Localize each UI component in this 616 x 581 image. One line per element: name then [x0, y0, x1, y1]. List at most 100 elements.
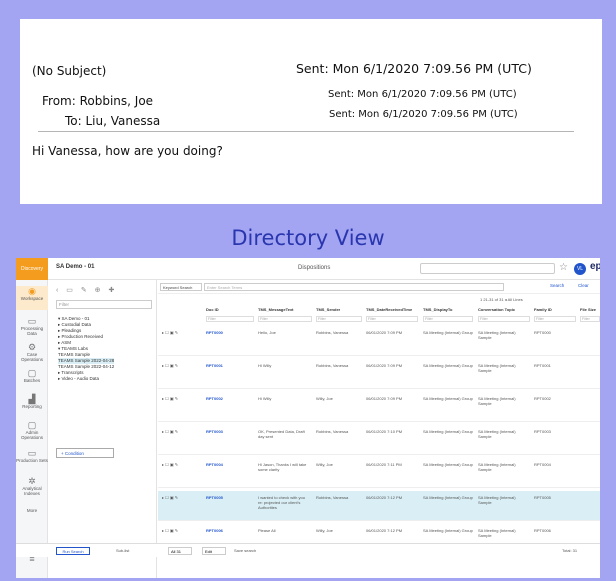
table-cell[interactable]: RPT0005: [206, 495, 256, 500]
table-row[interactable]: ▸ ☐ ▣ ✎ RPT0005 I wanted to check with you…: [158, 491, 600, 521]
table-cell[interactable]: RPT0003: [206, 429, 256, 434]
column-header[interactable]: Doc ID: [206, 307, 219, 312]
table-cell[interactable]: RPT0001: [206, 363, 256, 368]
table-cell: RPT0002: [534, 396, 551, 401]
row-controls[interactable]: ▸ ☐ ▣ ✎: [162, 330, 178, 335]
column-filter[interactable]: Filter: [206, 316, 254, 322]
sidebar: ◉ Workspace ▭ Processing Data ⚙ Case Operat…: [16, 280, 48, 578]
email-subject: (No Subject): [32, 64, 107, 78]
table-cell: SA Meeting (Internal) Sample: [478, 528, 516, 538]
row-controls[interactable]: ▸ ☐ ▣ ✎: [162, 429, 178, 434]
add-condition-button[interactable]: + Condition: [56, 448, 114, 458]
table-cell: RPT0005: [534, 495, 551, 500]
row-controls[interactable]: ▸ ☐ ▣ ✎: [162, 363, 178, 368]
keyword-search-input[interactable]: Enter Search Terms: [204, 283, 504, 291]
table-cell[interactable]: RPT0006: [206, 528, 256, 533]
folder-toolbar-icons[interactable]: ‹ ▭ ✎ ⊕ ✚: [56, 286, 117, 294]
table-cell: 06/01/2020 7:09 PM: [366, 330, 403, 335]
folder-item[interactable]: ▸ Video - Audio Data: [58, 376, 114, 382]
table-cell: Willy, Joe: [316, 396, 333, 401]
nav-batches[interactable]: ▢ Batches: [16, 368, 48, 383]
row-controls[interactable]: ▸ ☐ ▣ ✎: [162, 495, 178, 500]
nav-workspace[interactable]: ◉ Workspace: [16, 286, 48, 310]
production-icon: ▭: [27, 448, 37, 458]
row-controls[interactable]: ▸ ☐ ▣ ✎: [162, 528, 178, 533]
table-row[interactable]: ▸ ☐ ▣ ✎ RPT0003 OK, Presented Data, Draft …: [158, 425, 600, 455]
section-title: Directory View: [231, 226, 385, 250]
column-header[interactable]: File Size: [580, 307, 596, 312]
column-filter[interactable]: Filter: [478, 316, 530, 322]
column-filter[interactable]: Filter: [316, 316, 362, 322]
clear-button[interactable]: Clear: [578, 283, 589, 288]
table-cell[interactable]: RPT0004: [206, 462, 256, 467]
email-sent-tertiary: Sent: Mon 6/1/2020 7:09.56 PM (UTC): [329, 109, 518, 120]
keyword-search-select[interactable]: Keyword Search: [160, 283, 202, 291]
table-cell: 06/01/2020 7:10 PM: [366, 429, 403, 434]
pager[interactable]: 1 21-31 of 31 ◂ All Lines: [480, 297, 523, 302]
folder-filter-input[interactable]: Filter: [56, 300, 152, 309]
table-cell: Willy, Joe: [316, 462, 333, 467]
column-filter[interactable]: Filter: [580, 316, 600, 322]
sublist-toggle[interactable]: Sub-list: [116, 548, 129, 553]
email-separator: [38, 131, 574, 132]
table-cell: Willy, Joe: [316, 528, 333, 533]
column-filter[interactable]: Filter: [423, 316, 473, 322]
nav-processing[interactable]: ▭ Processing Data: [16, 316, 48, 336]
row-controls[interactable]: ▸ ☐ ▣ ✎: [162, 396, 178, 401]
table-cell: OK, Presented Data, Draft day sent: [258, 429, 305, 439]
table-cell[interactable]: RPT0002: [206, 396, 256, 401]
table-cell: Hi Willy: [258, 363, 272, 368]
file-select[interactable]: All 31: [168, 547, 192, 555]
nav-more[interactable]: More: [16, 508, 48, 513]
edit-select[interactable]: Edit: [202, 547, 226, 555]
global-search-input[interactable]: [420, 263, 555, 274]
table-row[interactable]: ▸ ☐ ▣ ✎ RPT0000 Hello, Joe Robbins, Vanessa…: [158, 326, 600, 356]
table-cell: SA Meeting (Internal) Group: [423, 462, 473, 467]
nav-analytics[interactable]: ✲ Analytical Indexes: [16, 476, 48, 496]
column-header[interactable]: TMS_MessageText: [258, 307, 294, 312]
document-list: Keyword Search Enter Search Terms Search…: [158, 280, 600, 578]
save-search-link[interactable]: Save search: [234, 548, 256, 553]
folder-icon: ▢: [27, 368, 37, 378]
column-filter[interactable]: Filter: [258, 316, 312, 322]
table-cell: 06/01/2020 7:12 PM: [366, 528, 403, 533]
table-row[interactable]: ▸ ☐ ▣ ✎ RPT0001 Hi Willy Robbins, Vanessa 06…: [158, 359, 600, 389]
total-count: Total: 31: [562, 548, 578, 553]
table-row[interactable]: ▸ ☐ ▣ ✎ RPT0004 Hi Jason, Thanks I will ta…: [158, 458, 600, 488]
table-cell: 06/01/2020 7:09 PM: [366, 363, 403, 368]
app-screenshot: Discovery SA Demo - 01 Dispositions ☆ VL…: [16, 258, 600, 578]
table-cell: SA Meeting (Internal) Sample: [478, 495, 516, 505]
nav-reporting[interactable]: ▟ Reporting: [16, 394, 48, 409]
table-cell: RPT0000: [534, 330, 551, 335]
table-cell[interactable]: RPT0000: [206, 330, 256, 335]
column-filter[interactable]: Filter: [366, 316, 418, 322]
star-icon[interactable]: ☆: [559, 262, 568, 273]
column-filter[interactable]: Filter: [534, 316, 576, 322]
table-cell: Please All: [258, 528, 276, 533]
column-header[interactable]: TMS_DisplayTo: [423, 307, 453, 312]
table-cell: Hello, Joe: [258, 330, 276, 335]
email-from: From: Robbins, Joe: [42, 94, 154, 108]
run-search-button[interactable]: Run Search: [56, 547, 90, 555]
table-cell: RPT0006: [534, 528, 551, 533]
dispositions-label[interactable]: Dispositions: [298, 265, 330, 271]
table-cell: SA Meeting (Internal) Sample: [478, 429, 516, 439]
column-header[interactable]: Conversation Topic: [478, 307, 515, 312]
table-row[interactable]: ▸ ☐ ▣ ✎ RPT0002 Hi Willy Willy, Joe 06/01/20…: [158, 392, 600, 422]
nav-admin[interactable]: ▢ Admin Operations: [16, 420, 48, 440]
column-header[interactable]: TMS_Sender: [316, 307, 340, 312]
search-button[interactable]: Search: [550, 283, 564, 288]
nav-production[interactable]: ▭ Production Sets: [16, 448, 48, 463]
table-cell: I wanted to check with you re: projected…: [258, 495, 305, 510]
column-header[interactable]: TMS_DateReceivedTime: [366, 307, 412, 312]
table-cell: SA Meeting (Internal) Group: [423, 429, 473, 434]
table-cell: Robbins, Vanessa: [316, 429, 349, 434]
row-controls[interactable]: ▸ ☐ ▣ ✎: [162, 462, 178, 467]
app-logo[interactable]: Discovery: [16, 258, 48, 280]
column-header[interactable]: Family ID: [534, 307, 552, 312]
avatar[interactable]: VL: [574, 263, 586, 275]
analytics-icon: ✲: [28, 476, 36, 486]
admin-icon: ▢: [27, 420, 37, 430]
workspace-name[interactable]: SA Demo - 01: [56, 264, 94, 270]
nav-case-operations[interactable]: ⚙ Case Operations: [16, 342, 48, 362]
